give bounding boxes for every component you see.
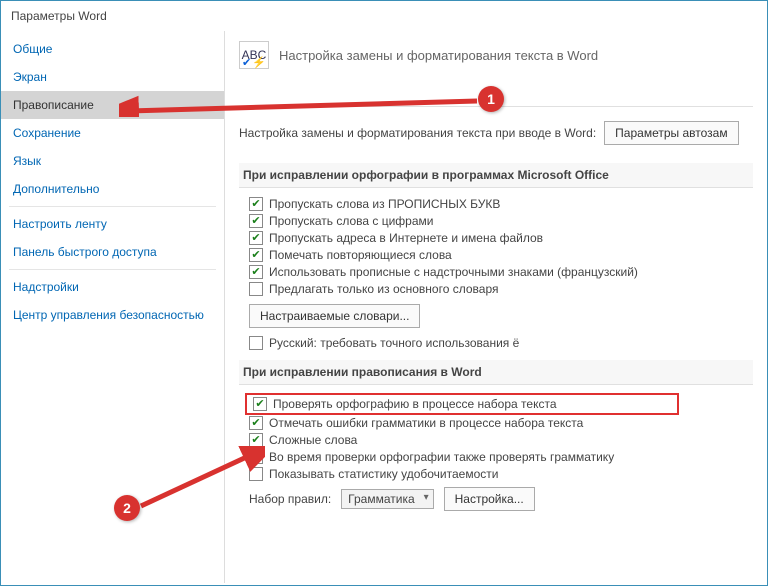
rules-select[interactable]: Грамматика: [341, 489, 433, 509]
opt-grammar-typing[interactable]: ✔Отмечать ошибки грамматики в процессе н…: [239, 415, 753, 432]
section-office-title: При исправлении орфографии в программах …: [239, 163, 753, 188]
sidebar-item-display[interactable]: Экран: [1, 63, 224, 91]
sidebar-item-general[interactable]: Общие: [1, 35, 224, 63]
bolt-icon: ⚡: [252, 56, 266, 69]
window-title: Параметры Word: [1, 1, 767, 31]
section-word-title: При исправлении правописания в Word: [239, 360, 753, 385]
opt-russian-yo[interactable]: Русский: требовать точного использования…: [239, 330, 753, 352]
annotation-badge-1: 1: [478, 86, 504, 112]
autocorrect-row: Настройка замены и форматирования текста…: [239, 115, 753, 155]
opt-internet[interactable]: ✔Пропускать адреса в Интернете и имена ф…: [239, 230, 753, 247]
opt-digits[interactable]: ✔Пропускать слова с цифрами: [239, 213, 753, 230]
checkbox-icon[interactable]: [249, 282, 263, 296]
page-header: ABC ✔ ⚡ Настройка замены и форматировани…: [239, 41, 753, 69]
sidebar-item-language[interactable]: Язык: [1, 147, 224, 175]
opt-repeated[interactable]: ✔Помечать повторяющиеся слова: [239, 247, 753, 264]
checkbox-icon[interactable]: ✔: [249, 231, 263, 245]
opt-uppercase[interactable]: ✔Пропускать слова из ПРОПИСНЫХ БУКВ: [239, 196, 753, 213]
annotation-arrow-2: [135, 446, 265, 516]
sidebar-item-trustcenter[interactable]: Центр управления безопасностью: [1, 301, 224, 329]
opt-french[interactable]: ✔Использовать прописные с надстрочными з…: [239, 264, 753, 281]
checkbox-icon[interactable]: ✔: [249, 433, 263, 447]
checkbox-icon[interactable]: ✔: [253, 397, 267, 411]
sidebar-separator: [9, 206, 216, 207]
autocorrect-options-button[interactable]: Параметры автозам: [604, 121, 738, 145]
check-icon: ✔: [242, 56, 251, 69]
checkbox-icon[interactable]: ✔: [249, 197, 263, 211]
opt-grammar-with-spell[interactable]: ✔Во время проверки орфографии также пров…: [239, 449, 753, 466]
annotation-badge-2: 2: [114, 495, 140, 521]
sidebar-item-save[interactable]: Сохранение: [1, 119, 224, 147]
autocorrect-label: Настройка замены и форматирования текста…: [239, 126, 596, 140]
highlighted-option: ✔ Проверять орфографию в процессе набора…: [245, 393, 679, 415]
sidebar-item-ribbon[interactable]: Настроить ленту: [1, 210, 224, 238]
sidebar-item-addins[interactable]: Надстройки: [1, 273, 224, 301]
checkbox-icon[interactable]: ✔: [249, 265, 263, 279]
custom-dictionaries-button[interactable]: Настраиваемые словари...: [249, 304, 420, 328]
rules-row: Набор правил: Грамматика Настройка...: [239, 483, 753, 513]
opt-check-spelling[interactable]: Проверять орфографию в процессе набора т…: [273, 397, 557, 411]
rules-settings-button[interactable]: Настройка...: [444, 487, 535, 511]
checkbox-icon[interactable]: ✔: [249, 248, 263, 262]
page-title: Настройка замены и форматирования текста…: [279, 48, 598, 63]
sidebar-item-quickaccess[interactable]: Панель быстрого доступа: [1, 238, 224, 266]
sidebar-item-advanced[interactable]: Дополнительно: [1, 175, 224, 203]
checkbox-icon[interactable]: ✔: [249, 214, 263, 228]
custom-dict-row: Настраиваемые словари...: [239, 298, 753, 330]
opt-maindict[interactable]: Предлагать только из основного словаря: [239, 281, 753, 298]
checkbox-icon[interactable]: ✔: [249, 416, 263, 430]
checkbox-icon[interactable]: [249, 336, 263, 350]
opt-compound[interactable]: ✔Сложные слова: [239, 432, 753, 449]
proofing-icon: ABC ✔ ⚡: [239, 41, 269, 69]
opt-readability[interactable]: Показывать статистику удобочитаемости: [239, 466, 753, 483]
sidebar-separator: [9, 269, 216, 270]
annotation-arrow-1: [119, 93, 479, 117]
